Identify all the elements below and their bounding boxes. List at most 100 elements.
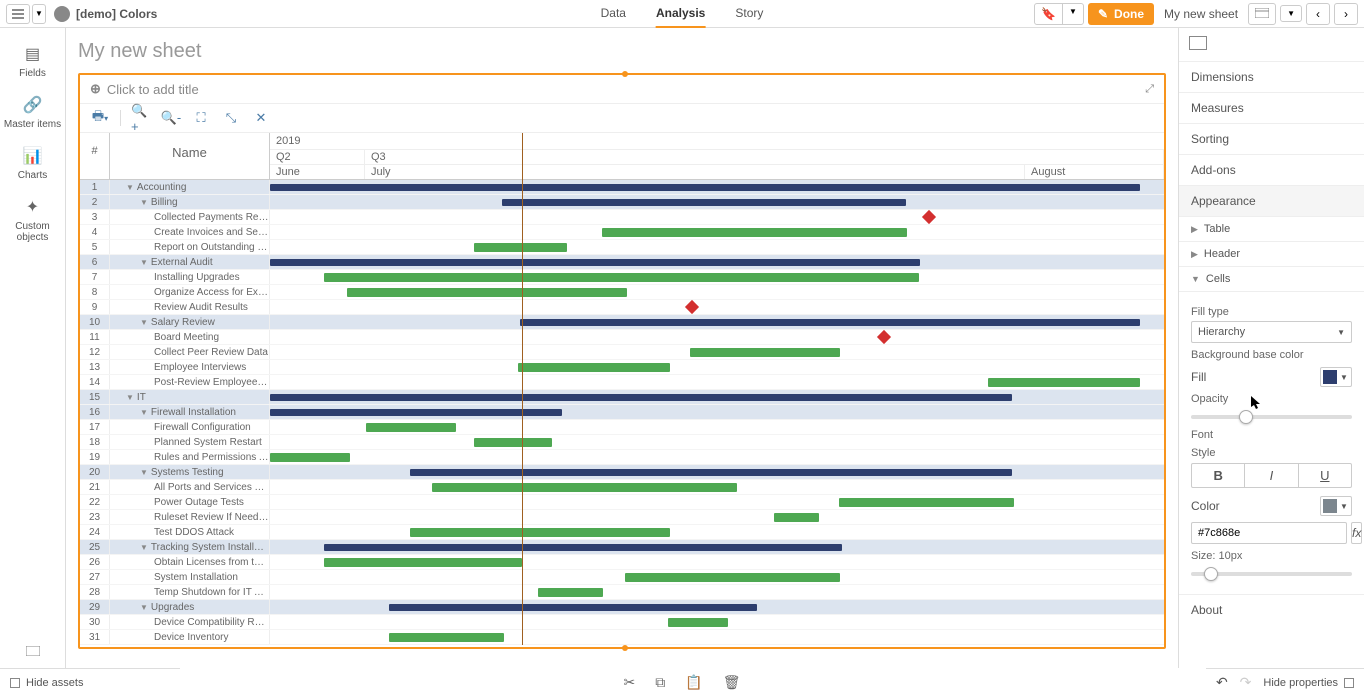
task-bar[interactable] [774, 513, 819, 522]
table-row[interactable]: 1▼Accounting [80, 180, 1164, 195]
table-row[interactable]: 25▼Tracking System Installation [80, 540, 1164, 555]
asset-custom-objects[interactable]: ✦Custom objects [0, 189, 65, 251]
zoom-selection-button[interactable]: ⤡ [221, 108, 241, 128]
chevron-down-icon[interactable]: ▼ [140, 468, 148, 477]
sheet-title[interactable]: My new sheet [78, 40, 1166, 63]
table-row[interactable]: 19Rules and Permissions Audit [80, 450, 1164, 465]
task-bar[interactable] [270, 453, 350, 462]
asset-master-items[interactable]: 🔗Master items [0, 87, 65, 138]
chevron-down-icon[interactable]: ▼ [140, 603, 148, 612]
section-measures[interactable]: Measures [1179, 93, 1364, 124]
reset-zoom-button[interactable]: ✕ [251, 108, 271, 128]
table-row[interactable]: 20▼Systems Testing [80, 465, 1164, 480]
section-about[interactable]: About [1179, 594, 1364, 625]
opacity-slider[interactable] [1191, 415, 1352, 419]
summary-bar[interactable] [270, 259, 920, 266]
redo-button[interactable]: ↷ [1240, 674, 1252, 691]
fill-color-button[interactable]: ▼ [1320, 367, 1352, 387]
chevron-down-icon[interactable]: ▼ [140, 198, 148, 207]
table-row[interactable]: 6▼External Audit [80, 255, 1164, 270]
fit-button[interactable]: ⛶ [191, 108, 211, 128]
cut-button[interactable]: ✂ [624, 674, 636, 691]
font-color-button[interactable]: ▼ [1320, 496, 1352, 516]
expand-icon[interactable]: ⤢ [1145, 83, 1154, 96]
zoom-in-button[interactable]: 🔍+ [131, 108, 151, 128]
fill-type-select[interactable]: Hierarchy▼ [1191, 321, 1352, 343]
slider-thumb[interactable] [1239, 410, 1253, 424]
milestone[interactable] [685, 300, 699, 314]
milestone[interactable] [922, 210, 936, 224]
table-row[interactable]: 9Review Audit Results [80, 300, 1164, 315]
global-menu-button[interactable] [6, 4, 30, 24]
table-row[interactable]: 10▼Salary Review [80, 315, 1164, 330]
copy-button[interactable]: ⧉ [655, 674, 665, 691]
table-row[interactable]: 5Report on Outstanding Collections [80, 240, 1164, 255]
italic-button[interactable]: I [1245, 464, 1298, 487]
underline-button[interactable]: U [1299, 464, 1351, 487]
sub-table[interactable]: ▶Table [1179, 217, 1364, 242]
table-row[interactable]: 22Power Outage Tests [80, 495, 1164, 510]
print-button[interactable]: 🖶▾ [90, 108, 110, 128]
task-bar[interactable] [389, 633, 504, 642]
next-sheet-button[interactable]: › [1334, 3, 1358, 25]
task-bar[interactable] [625, 573, 840, 582]
summary-bar[interactable] [270, 394, 1012, 401]
table-row[interactable]: 13Employee Interviews [80, 360, 1164, 375]
hide-assets-button[interactable]: Hide assets [0, 668, 180, 696]
table-row[interactable]: 21All Ports and Services Testing [80, 480, 1164, 495]
task-bar[interactable] [474, 438, 552, 447]
task-bar[interactable] [432, 483, 737, 492]
section-appearance[interactable]: Appearance [1179, 186, 1364, 217]
slider-thumb[interactable] [1204, 567, 1218, 581]
table-row[interactable]: 7Installing Upgrades [80, 270, 1164, 285]
tab-analysis[interactable]: Analysis [656, 0, 705, 28]
table-row[interactable]: 31Device Inventory [80, 630, 1164, 645]
section-dimensions[interactable]: Dimensions [1179, 62, 1364, 93]
table-row[interactable]: 30Device Compatibility Review [80, 615, 1164, 630]
task-bar[interactable] [518, 363, 670, 372]
size-slider[interactable] [1191, 572, 1352, 576]
task-bar[interactable] [366, 423, 456, 432]
fx-button[interactable]: fx [1351, 522, 1362, 544]
task-bar[interactable] [324, 558, 522, 567]
table-row[interactable]: 12Collect Peer Review Data [80, 345, 1164, 360]
table-row[interactable]: 3Collected Payments Review [80, 210, 1164, 225]
summary-bar[interactable] [410, 469, 1012, 476]
tab-data[interactable]: Data [601, 0, 626, 28]
asset-fields[interactable]: ▤Fields [0, 36, 65, 87]
milestone[interactable] [877, 330, 891, 344]
section-addons[interactable]: Add-ons [1179, 155, 1364, 186]
hide-properties-button[interactable]: Hide properties [1263, 677, 1354, 689]
summary-bar[interactable] [520, 319, 1140, 326]
table-row[interactable]: 4Create Invoices and Send to Clients [80, 225, 1164, 240]
chevron-down-icon[interactable]: ▼ [140, 543, 148, 552]
chevron-down-icon[interactable]: ▼ [140, 318, 148, 327]
chevron-down-icon[interactable]: ▼ [126, 393, 134, 402]
chevron-down-icon[interactable]: ▼ [126, 183, 134, 192]
task-bar[interactable] [474, 243, 567, 252]
bookmark-button[interactable]: 🔖▼ [1034, 3, 1084, 25]
asset-collapse[interactable] [0, 638, 65, 668]
task-bar[interactable] [988, 378, 1140, 387]
task-bar[interactable] [410, 528, 670, 537]
table-row[interactable]: 8Organize Access for External Audit [80, 285, 1164, 300]
summary-bar[interactable] [502, 199, 906, 206]
chevron-down-icon[interactable]: ▼ [140, 408, 148, 417]
delete-button[interactable]: 🗑 [723, 674, 741, 691]
summary-bar[interactable] [324, 544, 842, 551]
table-row[interactable]: 18Planned System Restart [80, 435, 1164, 450]
paste-button[interactable]: 📋 [685, 674, 702, 691]
chart-object[interactable]: ⊕ Click to add title ⤢ 🖶▾ 🔍+ 🔍- ⛶ ⤡ ✕ # … [78, 73, 1166, 649]
sub-header[interactable]: ▶Header [1179, 242, 1364, 267]
summary-bar[interactable] [270, 184, 1140, 191]
task-bar[interactable] [690, 348, 840, 357]
sub-cells[interactable]: ▼Cells [1179, 267, 1364, 292]
task-bar[interactable] [668, 618, 728, 627]
table-row[interactable]: 17Firewall Configuration [80, 420, 1164, 435]
table-row[interactable]: 26Obtain Licenses from the Vendor [80, 555, 1164, 570]
table-row[interactable]: 14Post-Review Employee Interviews [80, 375, 1164, 390]
sheet-caret-button[interactable]: ▼ [1280, 5, 1302, 22]
chevron-down-icon[interactable]: ▼ [140, 258, 148, 267]
done-button[interactable]: ✎Done [1088, 3, 1154, 25]
table-row[interactable]: 2▼Billing [80, 195, 1164, 210]
